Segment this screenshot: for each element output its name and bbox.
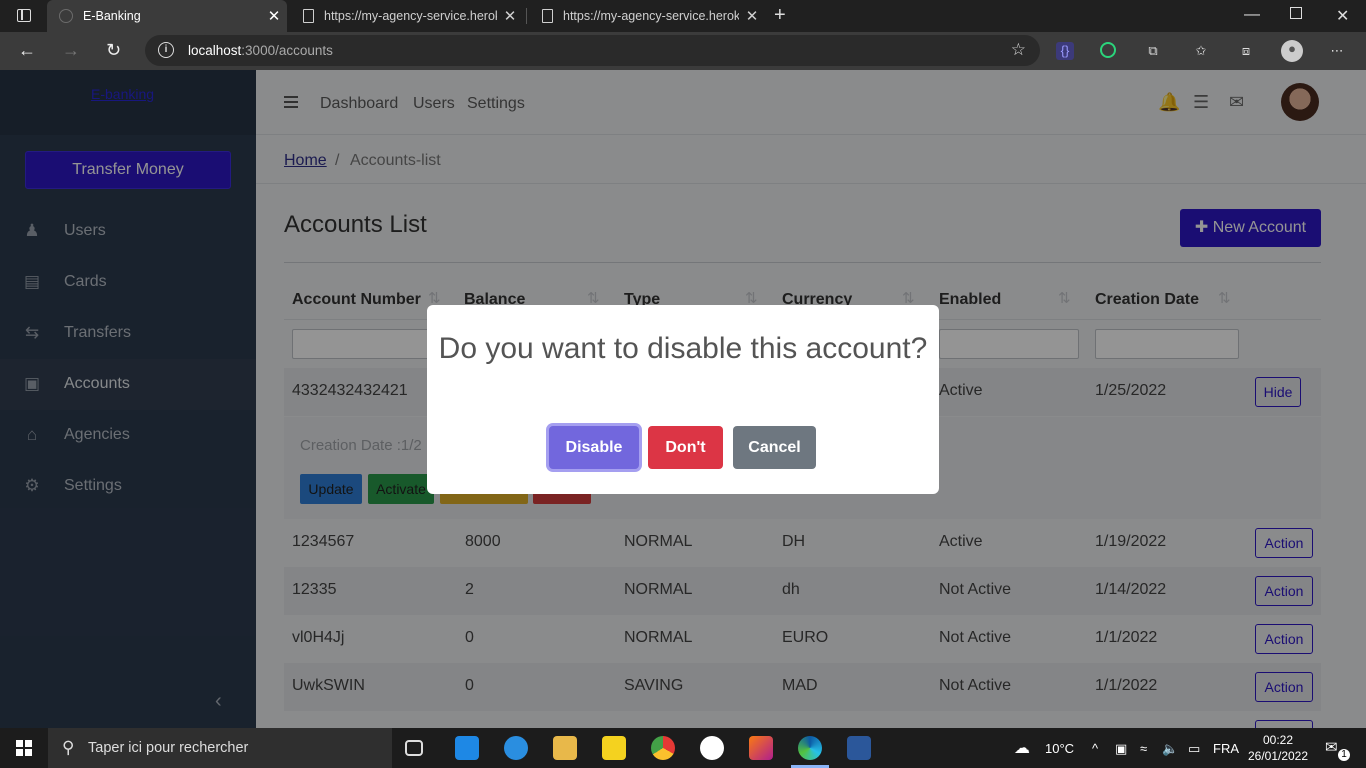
tab-divider (526, 8, 527, 24)
system-clock[interactable]: 00:22 26/01/2022 (1247, 732, 1309, 764)
language-indicator[interactable]: FRA (1213, 741, 1239, 756)
file-explorer-icon[interactable] (553, 736, 577, 760)
intellij-icon[interactable] (749, 736, 773, 760)
favorites-icon[interactable]: ✩ (1192, 42, 1210, 60)
meet-now-icon[interactable]: ▣ (1115, 741, 1127, 757)
close-tab-icon[interactable]: ✕ (261, 7, 287, 25)
extension-json-icon[interactable]: {} (1056, 42, 1074, 60)
tab-agency-service-1[interactable]: https://my-agency-service.herok ✕ (291, 0, 523, 32)
clock-time: 00:22 (1262, 733, 1294, 747)
tab-agency-service-2[interactable]: https://my-agency-service.herok ✕ (530, 0, 765, 32)
clock-date: 26/01/2022 (1247, 749, 1309, 763)
forward-icon[interactable]: → (62, 40, 80, 61)
close-tab-icon[interactable]: ✕ (739, 7, 765, 25)
address-bar[interactable]: i localhost:3000/accounts ☆ (145, 35, 1040, 66)
chrome-icon[interactable] (651, 736, 675, 760)
collections-icon[interactable]: ⧈ (1237, 42, 1255, 60)
battery-icon[interactable]: ▭ (1188, 741, 1200, 757)
volume-icon[interactable]: 🔈 (1162, 741, 1178, 757)
dont-button[interactable]: Don't (648, 426, 723, 469)
extensions-puzzle-icon[interactable]: ⧉ (1144, 42, 1162, 60)
browser-tab-bar: E-Banking ✕ https://my-agency-service.he… (0, 0, 1366, 32)
notification-center-icon[interactable]: ✉ (1325, 738, 1338, 756)
show-hidden-icons-icon[interactable]: ^ (1092, 741, 1098, 756)
close-window-icon[interactable]: ✕ (1336, 6, 1349, 26)
browser-toolbar: ← → ↻ i localhost:3000/accounts ☆ {} ⧉ ✩… (0, 32, 1366, 70)
app-blue-icon[interactable] (504, 736, 528, 760)
sticky-notes-icon[interactable] (602, 736, 626, 760)
taskbar-search[interactable]: ⚲ Taper ici pour rechercher (48, 728, 392, 768)
url-text[interactable]: localhost:3000/accounts (188, 43, 333, 58)
add-favorite-icon[interactable]: ☆ (1011, 40, 1026, 60)
refresh-icon[interactable]: ↻ (106, 40, 121, 61)
windows-taskbar: ⚲ Taper ici pour rechercher ☁ 10°C ^ ▣ ≈… (0, 728, 1366, 768)
restore-icon[interactable] (1290, 7, 1302, 19)
url-host: localhost (188, 43, 242, 58)
dialog-title: Do you want to disable this account? (438, 332, 928, 365)
notification-count-badge: 1 (1338, 749, 1350, 761)
more-options-icon[interactable]: ⋯ (1328, 42, 1346, 60)
weather-cloud-icon[interactable]: ☁ (1014, 738, 1030, 758)
mongodb-icon[interactable] (700, 736, 724, 760)
disable-button[interactable]: Disable (549, 426, 639, 469)
page-icon (303, 9, 314, 23)
url-path: :3000/accounts (241, 43, 333, 58)
tab-title: https://my-agency-service.herok (324, 9, 497, 23)
new-tab-icon[interactable]: + (774, 4, 786, 27)
loading-icon (59, 9, 73, 23)
extension-record-icon[interactable] (1100, 42, 1116, 58)
wifi-icon[interactable]: ≈ (1140, 741, 1147, 756)
tab-actions-icon[interactable] (17, 9, 31, 22)
minimize-icon[interactable]: — (1244, 6, 1260, 24)
weather-temperature[interactable]: 10°C (1045, 741, 1074, 756)
search-placeholder: Taper ici pour rechercher (88, 740, 249, 756)
close-tab-icon[interactable]: ✕ (497, 7, 523, 25)
tab-e-banking[interactable]: E-Banking ✕ (47, 0, 287, 32)
confirm-disable-dialog: Do you want to disable this account? Dis… (427, 305, 939, 494)
word-icon[interactable] (847, 736, 871, 760)
profile-icon[interactable]: ● (1281, 40, 1303, 62)
tab-title: https://my-agency-service.herok (563, 9, 739, 23)
page-icon (542, 9, 553, 23)
vscode-icon[interactable] (455, 736, 479, 760)
back-icon[interactable]: ← (18, 40, 36, 61)
cancel-button[interactable]: Cancel (733, 426, 816, 469)
windows-start-icon[interactable] (16, 740, 32, 756)
search-icon: ⚲ (62, 738, 75, 757)
task-view-icon[interactable] (405, 740, 423, 756)
tab-title: E-Banking (83, 9, 141, 23)
site-info-icon[interactable]: i (158, 42, 174, 58)
edge-icon[interactable] (798, 736, 822, 760)
